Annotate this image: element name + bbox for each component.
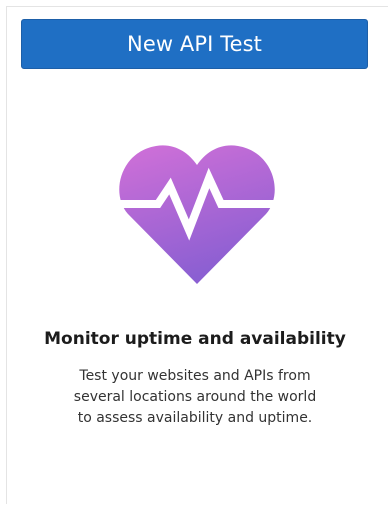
description-line-3: to assess availability and uptime. — [77, 410, 313, 426]
description-line-1: Test your websites and APIs from — [79, 368, 311, 384]
headline: Monitor uptime and availability — [44, 329, 346, 349]
heart-pulse-icon — [118, 138, 276, 286]
description-line-2: several locations around the world — [73, 389, 317, 405]
new-api-test-button[interactable]: New API Test — [21, 19, 368, 69]
description: Test your websites and APIs from several… — [40, 366, 350, 429]
